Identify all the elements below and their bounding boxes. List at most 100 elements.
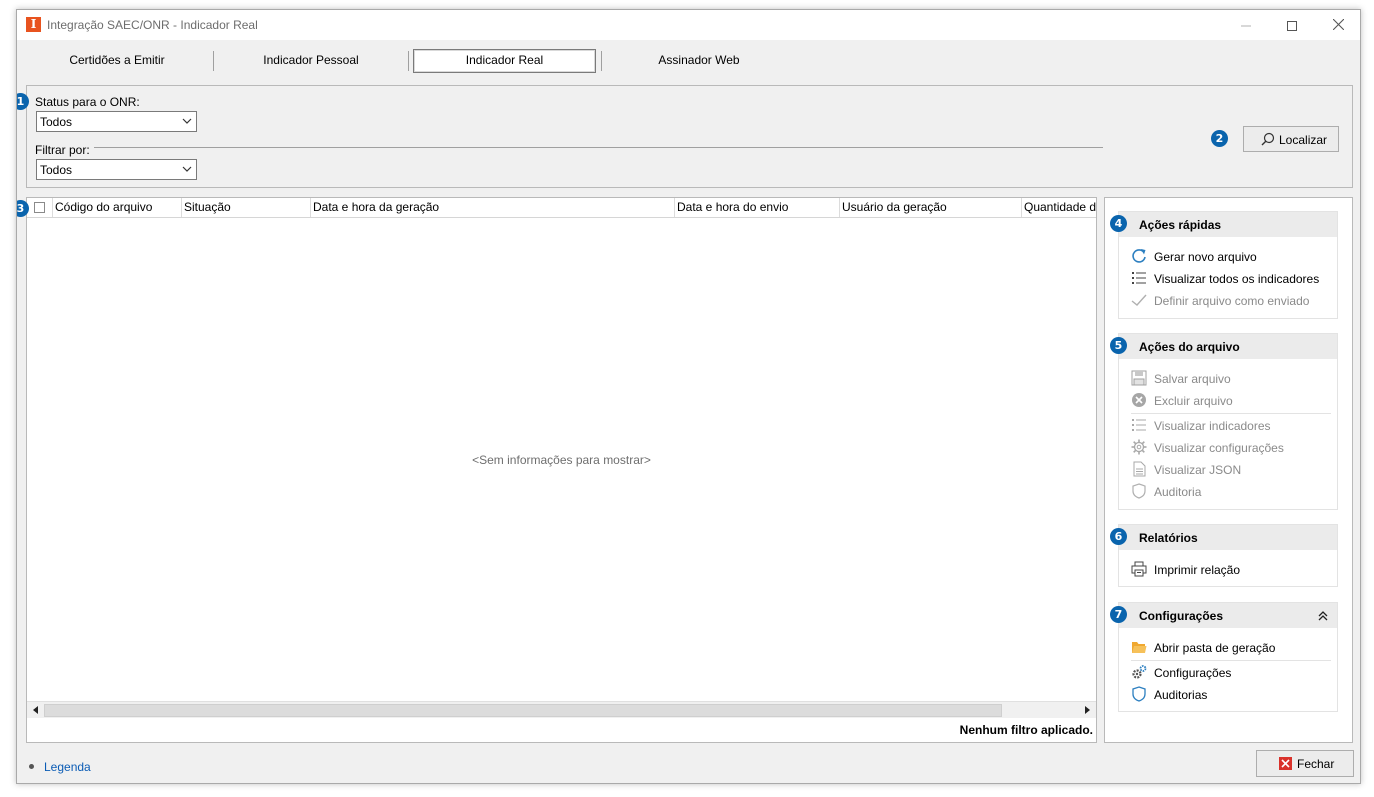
empty-grid-message: <Sem informações para mostrar> xyxy=(472,453,651,467)
quick-actions-header[interactable]: Ações rápidas xyxy=(1119,212,1337,237)
group-divider xyxy=(1131,660,1331,661)
list-icon xyxy=(1132,272,1146,284)
search-icon xyxy=(1261,132,1275,146)
close-window-button[interactable] xyxy=(1315,10,1360,40)
grid-header: Código do arquivo Situação Data e hora d… xyxy=(27,198,1096,218)
settings-header[interactable]: Configurações xyxy=(1119,603,1337,628)
reports-title: Relatórios xyxy=(1139,531,1198,545)
minimize-button[interactable] xyxy=(1223,10,1269,40)
filter-by-label: Filtrar por: xyxy=(35,143,94,157)
collapse-icon[interactable] xyxy=(1318,611,1328,621)
settings-title: Configurações xyxy=(1139,609,1224,623)
close-icon xyxy=(1279,757,1292,770)
maximize-button[interactable] xyxy=(1269,10,1315,40)
bullet-icon xyxy=(29,764,34,769)
scrollbar-thumb[interactable] xyxy=(44,704,1002,717)
folder-icon xyxy=(1132,642,1147,653)
list-icon xyxy=(1132,419,1146,431)
group-divider xyxy=(1131,413,1331,414)
action-label: Auditoria xyxy=(1154,485,1202,499)
column-header[interactable]: Usuário da geração xyxy=(840,198,1022,217)
files-grid[interactable]: Código do arquivo Situação Data e hora d… xyxy=(26,197,1097,743)
action-label: Salvar arquivo xyxy=(1154,372,1231,386)
reports-header[interactable]: Relatórios xyxy=(1119,525,1337,550)
action-label: Visualizar JSON xyxy=(1154,463,1242,477)
status-onr-value: Todos xyxy=(40,115,73,129)
step-badge-2: 2 xyxy=(1211,130,1228,147)
filter-by-value: Todos xyxy=(40,163,73,177)
step-badge-4: 4 xyxy=(1110,215,1127,232)
shield-icon xyxy=(1132,686,1146,702)
tab-separator xyxy=(213,51,214,71)
tab-certidoes-a-emitir[interactable]: Certidões a Emitir xyxy=(27,49,207,73)
action-label: Visualizar configurações xyxy=(1154,441,1284,455)
filter-panel: Status para o ONR: Todos Filtrar por: To… xyxy=(26,85,1353,188)
step-badge-7: 7 xyxy=(1110,606,1127,623)
visualizar-json-action[interactable]: Visualizar JSON xyxy=(1131,461,1331,479)
delete-icon xyxy=(1132,393,1146,407)
salvar-arquivo-action[interactable]: Salvar arquivo xyxy=(1131,370,1331,388)
column-header[interactable]: Situação xyxy=(182,198,311,217)
visualizar-indicadores-action[interactable]: Visualizar indicadores xyxy=(1131,417,1331,435)
quick-actions-group: Ações rápidas Gerar novo arquivo Visuali… xyxy=(1118,211,1338,319)
step-badge-5: 5 xyxy=(1110,337,1127,354)
action-label: Excluir arquivo xyxy=(1154,394,1233,408)
gear-icon xyxy=(1131,439,1147,455)
step-badge-6: 6 xyxy=(1110,528,1127,545)
refresh-icon xyxy=(1132,249,1146,263)
action-label: Visualizar indicadores xyxy=(1154,419,1271,433)
file-actions-title: Ações do arquivo xyxy=(1139,340,1240,354)
scroll-left-icon[interactable] xyxy=(31,705,41,715)
action-label: Imprimir relação xyxy=(1154,563,1241,577)
scroll-right-icon[interactable] xyxy=(1082,705,1092,715)
fechar-label: Fechar xyxy=(1297,757,1335,771)
status-onr-label: Status para o ONR: xyxy=(35,95,140,109)
file-actions-group: Ações do arquivo Salvar arquivo Excluir … xyxy=(1118,333,1338,510)
tab-strip: Certidões a Emitir Indicador Pessoal Ind… xyxy=(27,49,827,73)
column-header[interactable]: Código do arquivo xyxy=(52,198,182,217)
chevron-down-icon xyxy=(182,118,192,124)
gerar-novo-arquivo-action[interactable]: Gerar novo arquivo xyxy=(1131,248,1331,266)
horizontal-scrollbar[interactable] xyxy=(27,701,1096,718)
tab-assinador-web[interactable]: Assinador Web xyxy=(607,49,791,73)
tab-indicador-pessoal[interactable]: Indicador Pessoal xyxy=(219,49,403,73)
column-header[interactable]: Quantidade de xyxy=(1022,198,1096,217)
quick-actions-title: Ações rápidas xyxy=(1139,218,1222,232)
app-logo-icon: I xyxy=(26,17,41,32)
action-label: Auditorias xyxy=(1154,688,1208,702)
document-icon xyxy=(1133,461,1146,477)
configuracoes-action[interactable]: Configurações xyxy=(1131,664,1331,682)
column-header[interactable]: Data e hora do envio xyxy=(675,198,840,217)
check-icon xyxy=(1131,294,1147,306)
action-label: Abrir pasta de geração xyxy=(1154,641,1276,655)
localizar-button[interactable]: Localizar xyxy=(1243,126,1339,152)
status-onr-select[interactable]: Todos xyxy=(36,111,197,132)
visualizar-todos-indicadores-action[interactable]: Visualizar todos os indicadores xyxy=(1131,270,1331,288)
select-all-checkbox[interactable] xyxy=(34,202,45,213)
visualizar-configuracoes-action[interactable]: Visualizar configurações xyxy=(1131,439,1331,457)
window-title: Integração SAEC/ONR - Indicador Real xyxy=(47,18,258,32)
action-label: Visualizar todos os indicadores xyxy=(1154,272,1320,286)
app-window: I Integração SAEC/ONR - Indicador Real C… xyxy=(16,9,1361,784)
file-actions-header[interactable]: Ações do arquivo xyxy=(1119,334,1337,359)
excluir-arquivo-action[interactable]: Excluir arquivo xyxy=(1131,392,1331,410)
definir-arquivo-enviado-action[interactable]: Definir arquivo como enviado xyxy=(1131,292,1331,310)
tab-separator xyxy=(408,51,409,71)
settings-group: Configurações Abrir pasta de geração Con… xyxy=(1118,602,1338,712)
auditoria-action[interactable]: Auditoria xyxy=(1131,483,1331,501)
imprimir-relacao-action[interactable]: Imprimir relação xyxy=(1131,561,1331,579)
actions-panel: Ações rápidas Gerar novo arquivo Visuali… xyxy=(1104,197,1353,743)
tab-indicador-real[interactable]: Indicador Real xyxy=(413,49,596,73)
legend-label: Legenda xyxy=(44,760,91,774)
column-header[interactable]: Data e hora da geração xyxy=(311,198,675,217)
filter-status-text: Nenhum filtro aplicado. xyxy=(959,723,1093,737)
action-label: Gerar novo arquivo xyxy=(1154,250,1257,264)
save-icon xyxy=(1131,370,1147,386)
fechar-button[interactable]: Fechar xyxy=(1256,750,1354,777)
tab-separator xyxy=(601,51,602,71)
auditorias-action[interactable]: Auditorias xyxy=(1131,686,1331,704)
filter-by-select[interactable]: Todos xyxy=(36,159,197,180)
abrir-pasta-geracao-action[interactable]: Abrir pasta de geração xyxy=(1131,639,1331,657)
printer-icon xyxy=(1131,561,1147,577)
shield-icon xyxy=(1132,483,1146,499)
